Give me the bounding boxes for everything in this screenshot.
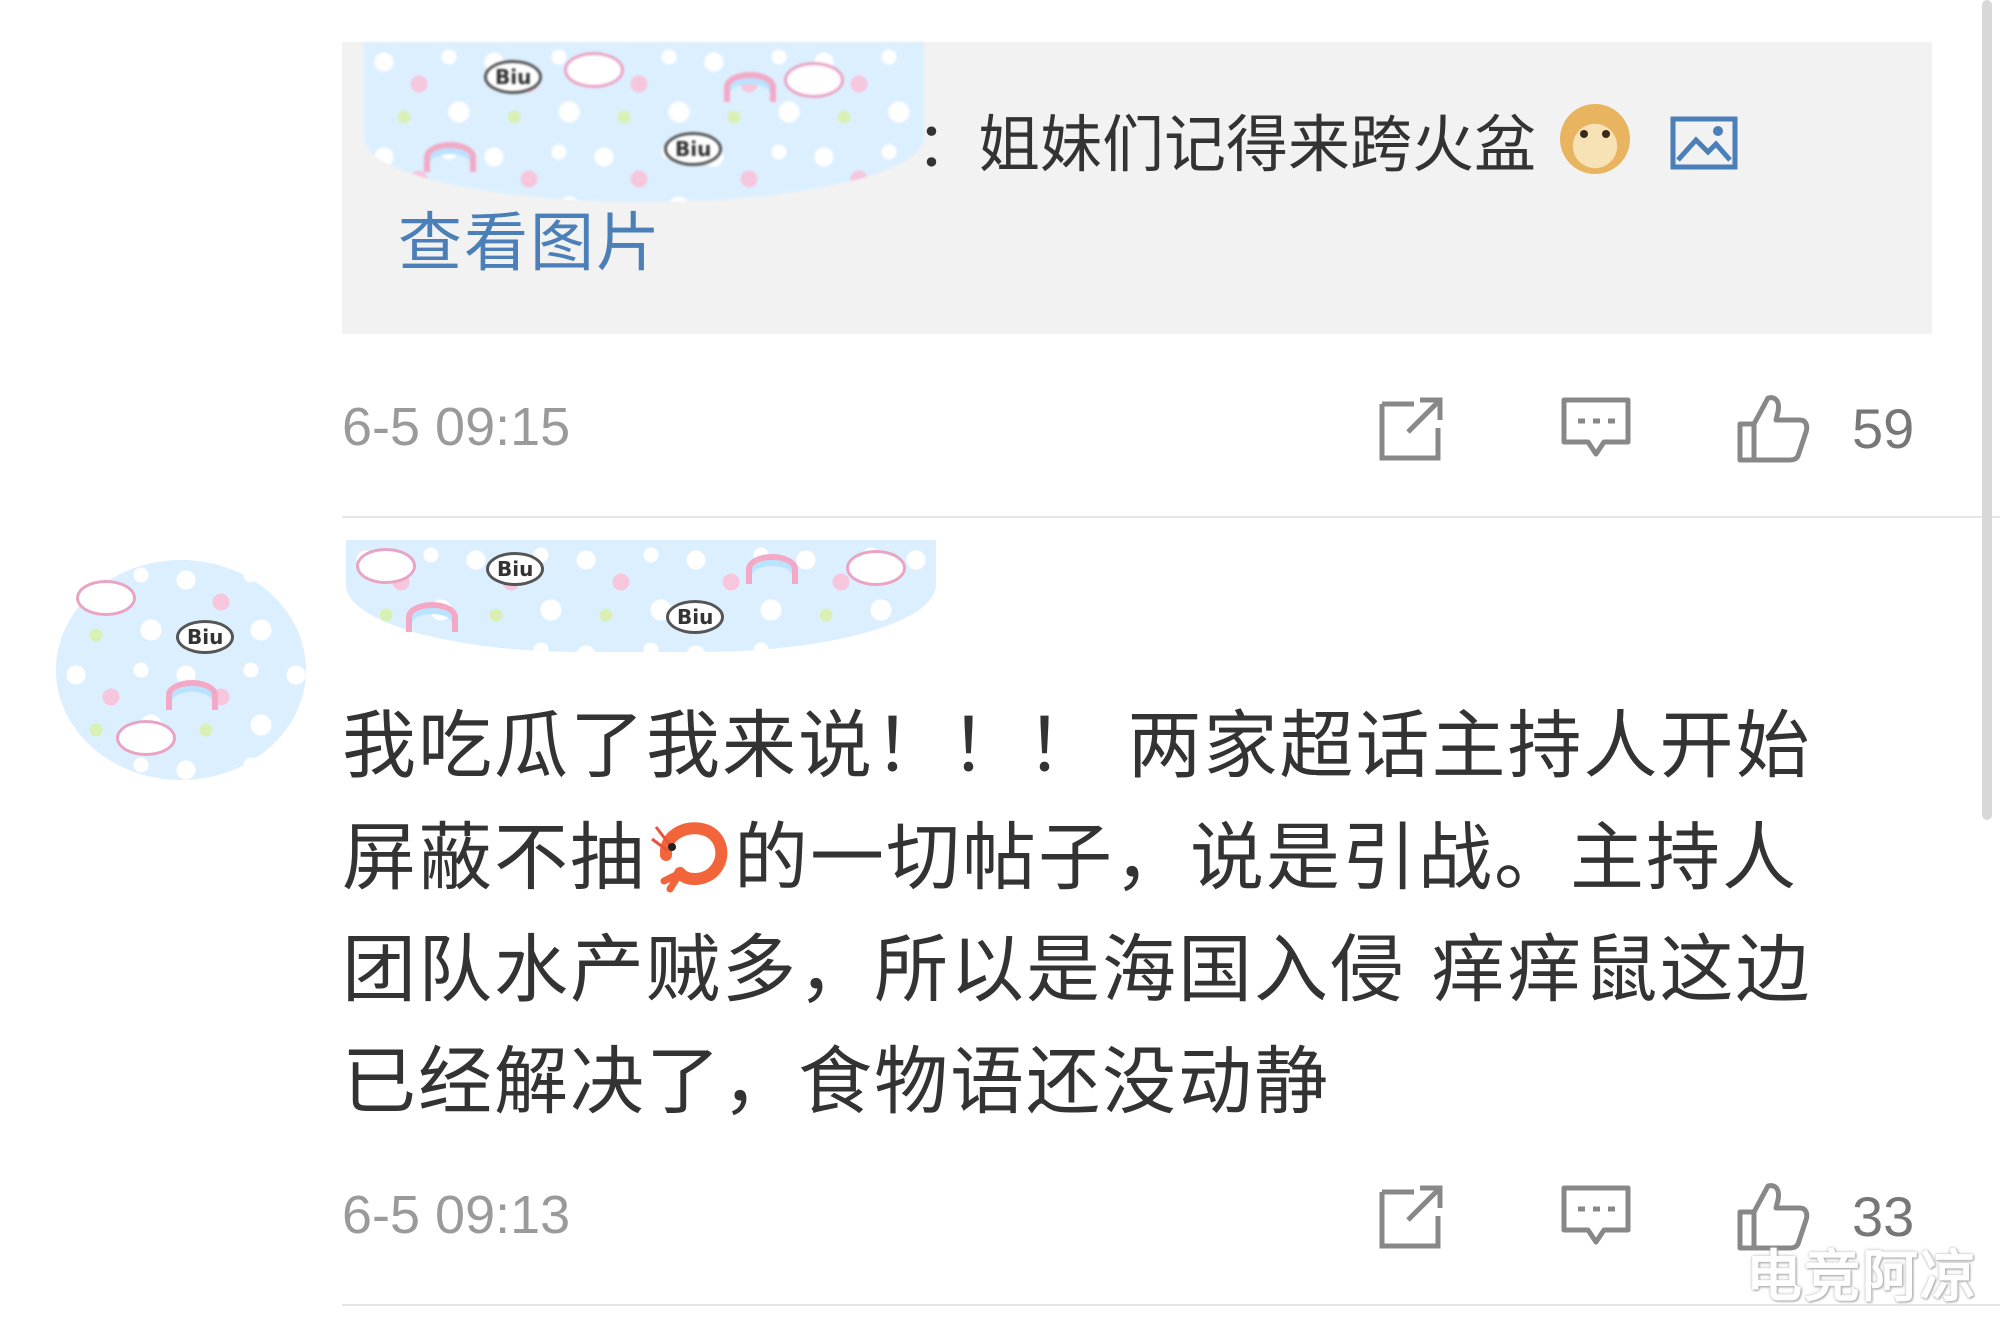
divider (342, 516, 2000, 518)
username[interactable]: Biu Biu (346, 540, 936, 652)
comment-line: 团队水产贼多，所以是海国入侵 痒痒鼠这边 (342, 927, 1812, 1013)
like-count: 59 (1852, 397, 1915, 460)
comment-line: 我吃瓜了我来说！！！ 两家超话主持人开始 (342, 703, 1812, 789)
reply-text: ：姐妹们记得来跨火盆 (916, 94, 1738, 184)
comment-body: 我吃瓜了我来说！！！ 两家超话主持人开始 屏蔽不抽 的一切帖子，说是引战。主持人 … (342, 690, 1922, 1138)
comment-time: 6-5 09:15 (342, 397, 571, 457)
comment-time: 6-5 09:13 (342, 1185, 571, 1245)
comment-actions-row: 6-5 09:15 59 (342, 395, 1932, 476)
quoted-reply[interactable]: Biu Biu ：姐妹们记得来跨火盆 查看图片 (342, 42, 1932, 334)
comment-line: 屏蔽不抽 的一切帖子，说是引战。主持人 (342, 802, 1922, 914)
share-icon[interactable] (1374, 390, 1450, 466)
comment-actions-row: 6-5 09:13 33 (342, 1183, 1932, 1264)
share-icon[interactable] (1374, 1178, 1450, 1254)
avatar[interactable]: Biu (56, 560, 306, 780)
reply-text-content: ：姐妹们记得来跨火盆 (916, 108, 1537, 181)
blurred-username-sticker: Biu Biu (364, 42, 924, 202)
like-icon[interactable] (1734, 390, 1810, 466)
comment-line-part: 的一切帖子，说是引战。主持人 (734, 815, 1798, 901)
view-image-link[interactable]: 查看图片 (398, 192, 662, 284)
comment-icon[interactable] (1558, 1178, 1634, 1254)
image-icon[interactable] (1670, 112, 1738, 170)
shrimp-emoji-icon (646, 814, 734, 894)
comment-icon[interactable] (1558, 390, 1634, 466)
doge-emoji-icon (1560, 104, 1631, 174)
comment-line-part: 屏蔽不抽 (342, 815, 646, 901)
comment-line: 已经解决了，食物语还没动静 (342, 1039, 1330, 1125)
watermark: 电竞阿凉 (1746, 1245, 1978, 1310)
scrollbar[interactable] (1982, 0, 1992, 820)
